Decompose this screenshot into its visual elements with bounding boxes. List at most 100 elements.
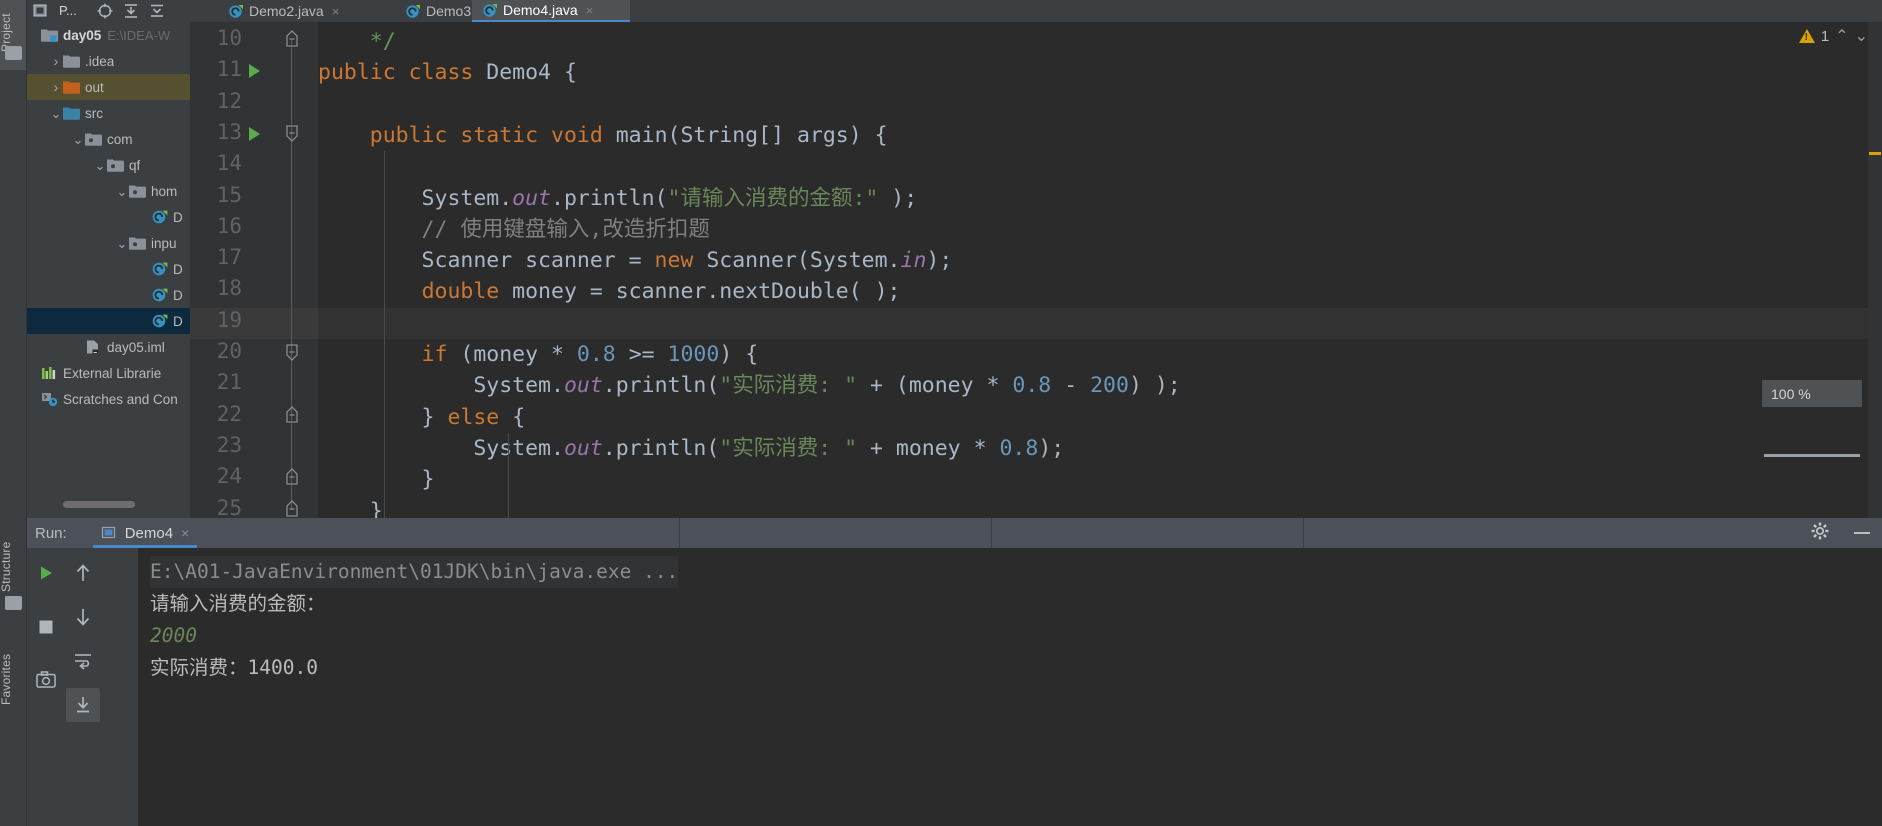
tab-demo2[interactable]: Demo2.java ×: [218, 0, 393, 22]
collapse-all-icon[interactable]: [123, 3, 139, 19]
arrow-down-icon[interactable]: [66, 600, 100, 634]
next-problem-icon[interactable]: ⌄: [1855, 26, 1868, 46]
tool-tab-favorites[interactable]: Favorites: [0, 636, 26, 722]
tab-demo4[interactable]: Demo4.java ×: [472, 0, 630, 22]
console-line: 请输入消费的金额：: [150, 592, 326, 615]
stop-square-icon[interactable]: [29, 610, 63, 644]
tree-item-inpu[interactable]: ⌄ inpu: [27, 230, 190, 256]
code-token: out: [512, 185, 552, 211]
code-token: + money *: [857, 435, 1000, 461]
tree-item-class-a[interactable]: D: [27, 204, 190, 230]
code-line: System.out.println("实际消费: " + money * 0.…: [318, 433, 1064, 464]
tree-item-class-b[interactable]: D: [27, 256, 190, 282]
prev-problem-icon[interactable]: ⌃: [1835, 26, 1848, 46]
code-line: System.out.println("实际消费: " + (money * 0…: [318, 370, 1180, 401]
tree-item-day05-iml[interactable]: day05.iml: [27, 334, 190, 360]
code-token: ) {: [719, 342, 759, 367]
tree-item-src[interactable]: ⌄ src: [27, 100, 190, 126]
close-icon[interactable]: ×: [332, 4, 340, 19]
run-left-actions-2: [64, 548, 101, 826]
camera-icon[interactable]: [29, 662, 63, 696]
close-icon[interactable]: ×: [181, 525, 189, 541]
code-token: System.: [318, 185, 513, 211]
chevron-down-icon[interactable]: ⌄: [115, 237, 129, 250]
scroll-to-end-icon[interactable]: [66, 688, 100, 722]
arrow-up-icon[interactable]: [66, 556, 100, 590]
tree-item-day05[interactable]: day05 E:\IDEA-W: [27, 22, 190, 48]
code-content[interactable]: */ public class Demo4 { public static voi…: [318, 22, 1882, 518]
project-selector-label[interactable]: P...: [59, 3, 87, 19]
chevron-down-icon[interactable]: ⌄: [115, 185, 129, 198]
tree-item-class-d[interactable]: D: [27, 308, 190, 334]
fold-start-icon[interactable]: [284, 28, 300, 50]
chevron-right-icon[interactable]: ›: [49, 80, 63, 94]
fold-start-icon[interactable]: [284, 122, 300, 144]
line-number: 12: [216, 88, 242, 113]
fold-end-icon[interactable]: [284, 404, 300, 426]
target-crosshair-icon[interactable]: [97, 3, 113, 19]
close-icon[interactable]: ×: [586, 3, 594, 18]
inspection-widget[interactable]: 1 ⌃ ⌄: [1798, 26, 1868, 46]
tree-item-hom[interactable]: ⌄ hom: [27, 178, 190, 204]
code-line: Scanner scanner = new Scanner(System.in)…: [318, 245, 953, 276]
tree-item-scratches[interactable]: Scratches and Con: [27, 386, 190, 412]
line-number: 19: [216, 307, 242, 332]
project-horizontal-scrollbar[interactable]: [63, 501, 135, 508]
editor-marker-bar[interactable]: [1868, 22, 1882, 518]
tree-item-out[interactable]: › out: [27, 74, 190, 100]
fold-end-icon[interactable]: [284, 466, 300, 488]
gear-icon[interactable]: [1810, 521, 1830, 546]
soft-wrap-icon[interactable]: [66, 644, 100, 678]
project-module-icon[interactable]: [33, 3, 49, 19]
chevron-down-icon[interactable]: ⌄: [49, 107, 63, 120]
console-line: 2000: [150, 624, 197, 647]
code-token: "请输入消费的金额:": [667, 185, 879, 211]
editor-preview-thumb[interactable]: [1764, 454, 1860, 457]
tree-item-label: src: [85, 105, 103, 121]
project-tree[interactable]: day05 E:\IDEA-W › .idea › out ⌄ src ⌄ com ⌄ qf ⌄ hom …: [27, 22, 190, 506]
console-output[interactable]: E:\A01-JavaEnvironment\01JDK\bin\java.ex…: [138, 548, 1882, 826]
fold-start-icon[interactable]: [284, 341, 300, 363]
line-number: 18: [216, 276, 242, 301]
code-token: 1000: [667, 342, 720, 367]
tree-item-class-c[interactable]: D: [27, 282, 190, 308]
code-token: double: [421, 279, 513, 305]
tree-item-external-libraries[interactable]: External Librarie: [27, 360, 190, 386]
code-token: {: [512, 404, 526, 430]
code-line: } else {: [318, 402, 526, 433]
code-token: 0.8: [576, 342, 616, 367]
code-line: // 使用键盘输入,改造折扣题: [318, 214, 710, 245]
java-class-icon: [151, 314, 168, 328]
run-header-actions: [1810, 518, 1872, 548]
code-token: }: [318, 498, 383, 519]
chevron-down-icon[interactable]: ⌄: [71, 133, 85, 146]
line-number: 21: [216, 370, 242, 395]
warning-marker[interactable]: [1869, 152, 1881, 155]
java-class-icon: [228, 4, 243, 19]
chevron-right-icon[interactable]: ›: [49, 54, 63, 68]
chevron-down-icon[interactable]: ⌄: [93, 159, 107, 172]
tree-item-com[interactable]: ⌄ com: [27, 126, 190, 152]
tree-item-label: D: [173, 209, 183, 225]
minimize-icon[interactable]: [1852, 521, 1872, 546]
run-tab-demo4[interactable]: Demo4 ×: [92, 518, 198, 548]
editor-gutter[interactable]: 10 11 12 13 14 15 16 17 18 19 20 21 22 23 24 25: [190, 22, 318, 518]
run-gutter-icon[interactable]: [245, 62, 263, 80]
run-green-triangle-icon[interactable]: [29, 556, 63, 590]
tree-item-qf[interactable]: ⌄ qf: [27, 152, 190, 178]
java-class-icon: [151, 288, 168, 302]
code-token: */: [369, 29, 396, 54]
tree-item-label: qf: [129, 157, 141, 173]
code-token: "实际消费: ": [719, 435, 858, 461]
fold-end-icon[interactable]: [284, 498, 300, 519]
code-token: System.: [318, 435, 564, 461]
hide-panel-icon[interactable]: [149, 3, 165, 19]
code-token: );: [1038, 435, 1065, 461]
left-tool-strip: Project Structure Favorites: [0, 0, 27, 826]
run-gutter-icon[interactable]: [245, 125, 263, 143]
tree-item-idea[interactable]: › .idea: [27, 48, 190, 74]
